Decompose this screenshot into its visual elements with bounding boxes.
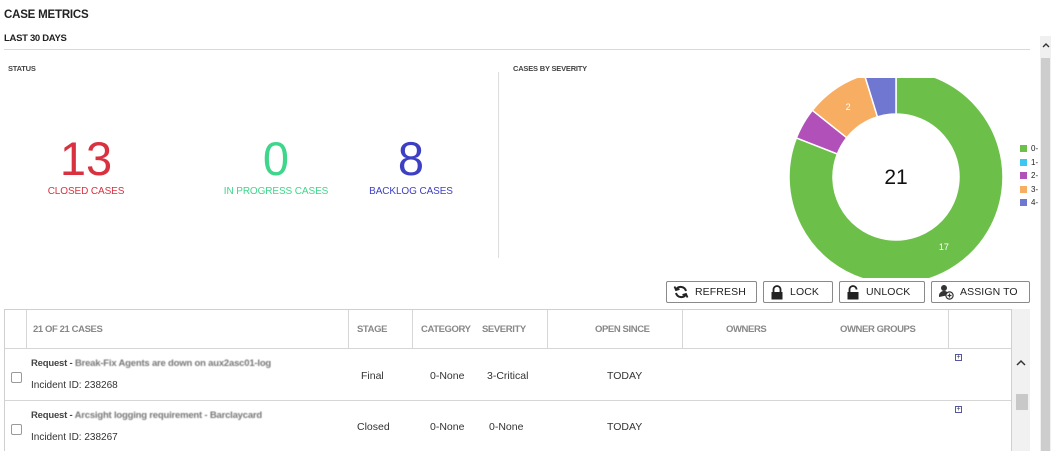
lock-label: LOCK: [790, 286, 819, 298]
table-scrollbar[interactable]: [1012, 309, 1030, 451]
header-owner-groups[interactable]: OWNER GROUPS: [840, 310, 916, 348]
lock-button[interactable]: LOCK: [763, 281, 833, 303]
scroll-up-icon[interactable]: [1016, 359, 1026, 367]
assign-to-button[interactable]: ASSIGN TO: [931, 281, 1030, 303]
severity-panel-label: CASES BY SEVERITY: [513, 64, 587, 73]
case-type: Request -: [31, 358, 75, 369]
table-row[interactable]: Request - Arcsight logging requirement -…: [5, 401, 1011, 452]
case-category: 0-None: [430, 370, 465, 382]
donut-center-total: 21: [884, 166, 907, 189]
legend-item-0[interactable]: 0-: [1020, 142, 1038, 156]
in-progress-cases-count: 0: [262, 132, 290, 185]
donut-data-label: 17: [939, 242, 949, 252]
case-open-since: TODAY: [607, 370, 643, 382]
legend-label-1: 1-: [1031, 157, 1039, 167]
table-row[interactable]: Request - Break-Fix Agents are down on a…: [5, 349, 1011, 400]
incident-id: Incident ID: 238268: [31, 380, 118, 391]
status-panel-label: STATUS: [8, 64, 36, 73]
header-separator: [948, 310, 949, 348]
page-scroll-up-icon[interactable]: [1042, 42, 1050, 49]
backlog-cases-count: 8: [397, 132, 425, 185]
legend-label-2: 2-: [1031, 171, 1039, 181]
row-checkbox[interactable]: [11, 372, 22, 383]
period-label: LAST 30 DAYS: [4, 33, 67, 44]
table-scrollbar-thumb[interactable]: [1016, 394, 1028, 410]
row-checkbox[interactable]: [11, 424, 22, 435]
case-severity: 0-None: [489, 421, 524, 433]
assign-to-label: ASSIGN TO: [960, 286, 1018, 298]
severity-donut-chart[interactable]: 17 2 21: [784, 78, 1008, 278]
expand-icon[interactable]: +: [955, 354, 962, 361]
case-subject: Arcsight logging requirement - Barclayca…: [74, 410, 263, 421]
header-separator: [682, 310, 683, 348]
cases-table: 21 OF 21 CASES STAGE CATEGORY SEVERITY O…: [4, 309, 1012, 451]
unlock-label: UNLOCK: [866, 286, 911, 298]
case-title[interactable]: Request - Break-Fix Agents are down on a…: [31, 358, 271, 369]
header-divider: [4, 49, 1030, 50]
expand-icon[interactable]: +: [955, 406, 962, 413]
in-progress-cases-label: IN PROGRESS CASES: [223, 186, 329, 197]
case-stage: Closed: [357, 421, 390, 433]
legend-item-1[interactable]: 1-: [1020, 156, 1038, 170]
legend-item-3[interactable]: 3-: [1020, 183, 1038, 197]
case-category: 0-None: [430, 421, 465, 433]
page-scrollbar-thumb[interactable]: [1041, 58, 1050, 451]
assign-user-icon: [938, 285, 954, 300]
case-type: Request -: [31, 410, 75, 421]
refresh-label: REFRESH: [695, 286, 746, 298]
page-title: CASE METRICS: [4, 9, 89, 21]
header-severity[interactable]: SEVERITY: [482, 310, 526, 348]
donut-data-label: 2: [846, 102, 851, 112]
unlock-button[interactable]: UNLOCK: [839, 281, 925, 303]
legend-label-0: 0-: [1031, 144, 1039, 154]
case-stage: Final: [361, 370, 384, 382]
case-title[interactable]: Request - Arcsight logging requirement -…: [31, 410, 262, 421]
backlog-cases-metric[interactable]: 8 BACKLOG CASES: [355, 132, 467, 198]
backlog-cases-label: BACKLOG CASES: [369, 186, 453, 197]
case-open-since: TODAY: [607, 421, 643, 433]
header-open-since[interactable]: OPEN SINCE: [595, 310, 650, 348]
legend-item-4[interactable]: 4-: [1020, 196, 1038, 210]
header-owners[interactable]: OWNERS: [726, 310, 767, 348]
panel-divider: [498, 72, 499, 258]
header-separator: [412, 310, 413, 348]
case-subject: Break-Fix Agents are down on aux2asc01-l…: [74, 358, 272, 369]
case-severity: 3-Critical: [487, 370, 529, 382]
refresh-icon: [673, 285, 689, 299]
lock-icon: [771, 284, 783, 299]
header-category[interactable]: CATEGORY: [421, 310, 471, 348]
header-separator: [348, 310, 349, 348]
legend-label-3: 3-: [1031, 184, 1039, 194]
unlock-icon: [847, 284, 859, 299]
header-case-count: 21 OF 21 CASES: [33, 323, 103, 335]
in-progress-cases-metric[interactable]: 0 IN PROGRESS CASES: [212, 132, 340, 198]
legend-item-2[interactable]: 2-: [1020, 169, 1038, 183]
closed-cases-label: CLOSED CASES: [47, 186, 125, 197]
header-separator: [26, 310, 27, 348]
severity-legend: 0- 1- 2- 3- 4-: [1020, 142, 1038, 210]
incident-id: Incident ID: 238267: [31, 432, 118, 443]
header-stage[interactable]: STAGE: [357, 310, 387, 348]
refresh-button[interactable]: REFRESH: [666, 281, 757, 303]
closed-cases-metric[interactable]: 13 CLOSED CASES: [26, 132, 146, 198]
header-separator: [547, 310, 548, 348]
closed-cases-count: 13: [59, 132, 113, 185]
legend-label-4: 4-: [1031, 198, 1039, 208]
